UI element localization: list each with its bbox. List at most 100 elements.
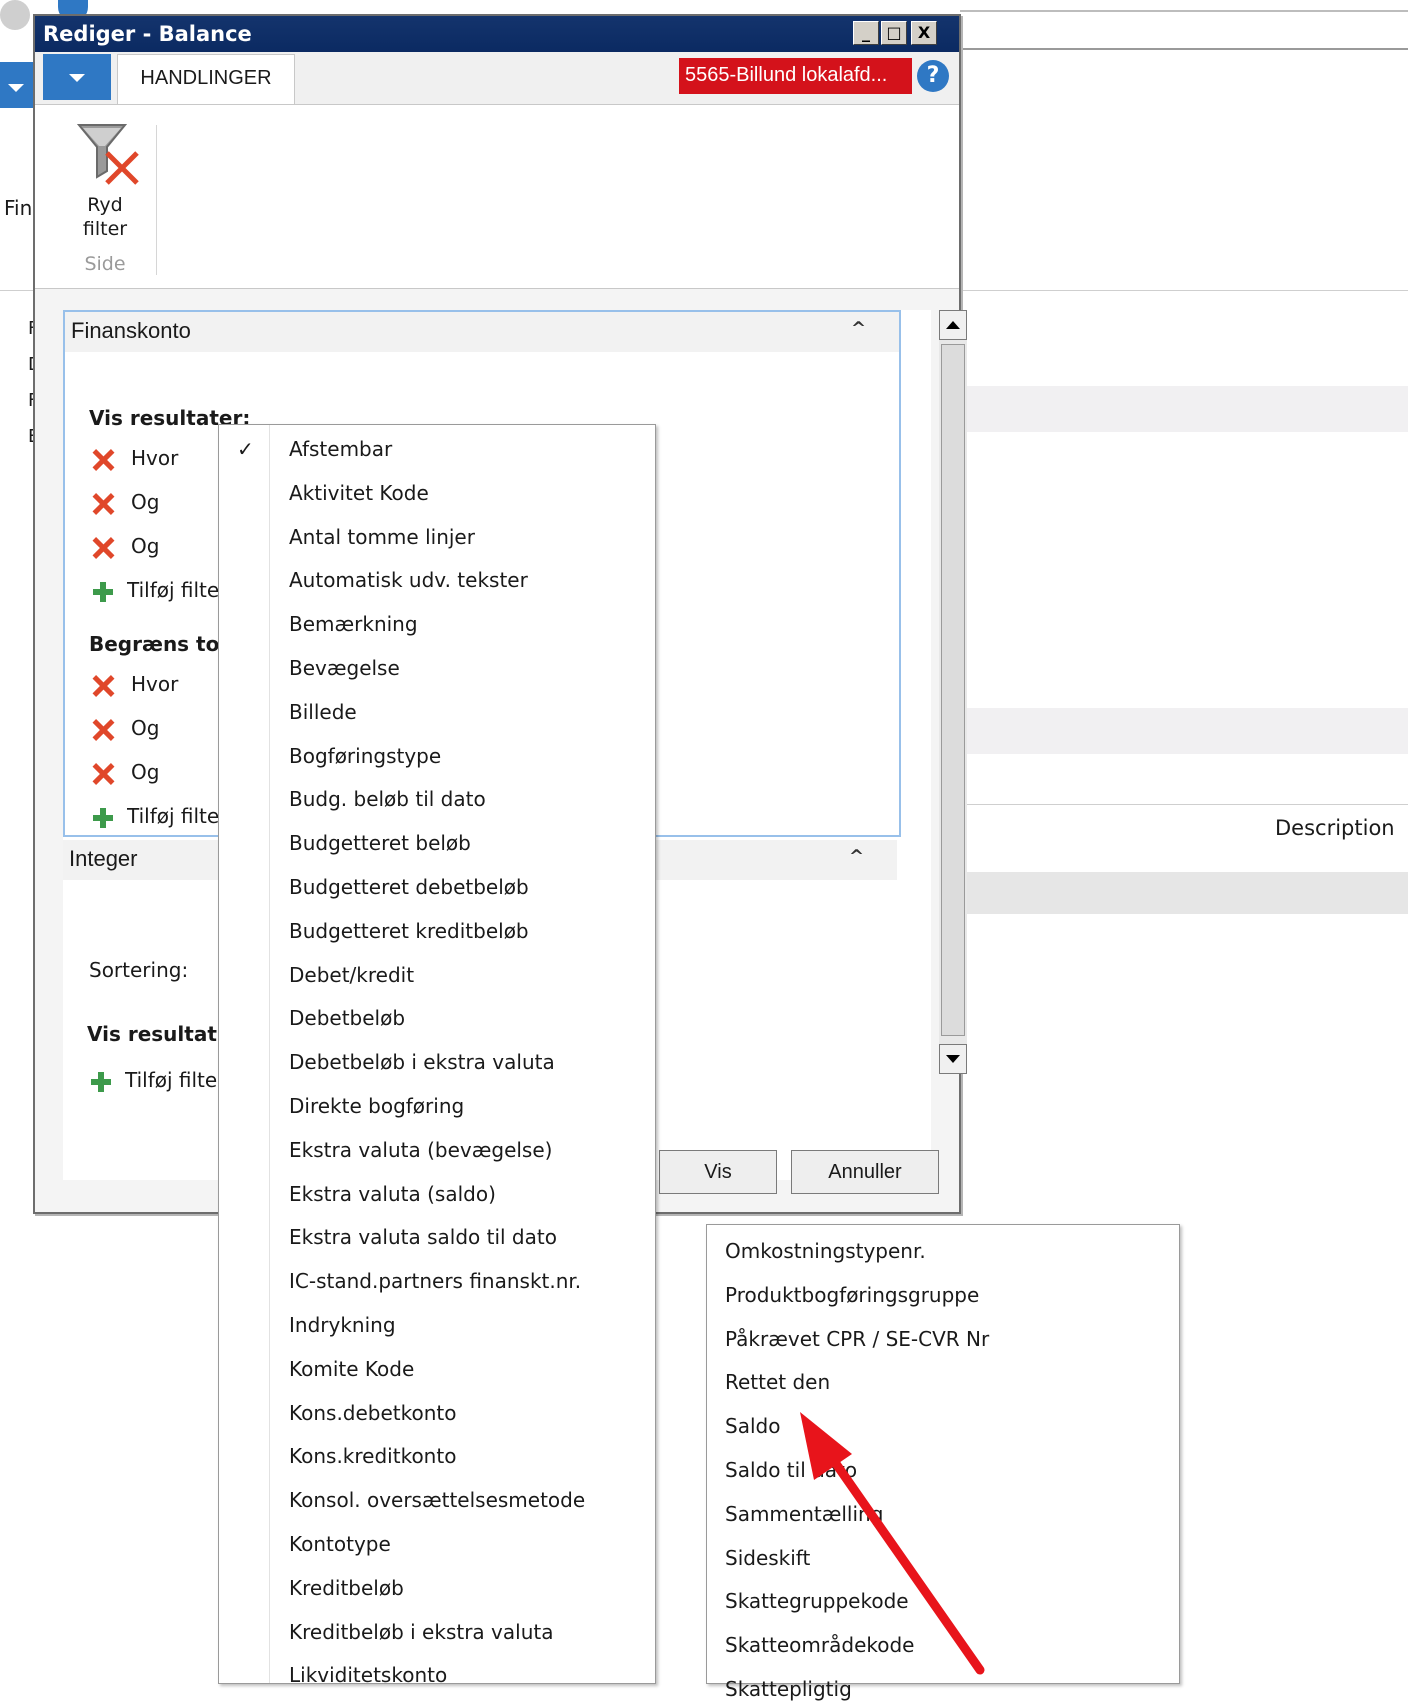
bg-row-band (955, 872, 1408, 914)
field-dropdown-list-2[interactable]: Omkostningstypenr. Produktbogføringsgrupp… (706, 1224, 1180, 1701)
chevron-down-icon (69, 74, 85, 82)
bg-row-band (955, 386, 1408, 432)
filter-row-label: Hvor (131, 672, 179, 696)
clear-filter-button[interactable]: Ryd filter (65, 119, 145, 269)
menu-item[interactable]: Afstembar (289, 437, 392, 461)
menu-item[interactable]: Bevægelse (289, 656, 400, 680)
add-filter-icon[interactable] (93, 808, 113, 828)
menu-item[interactable]: Komite Kode (289, 1357, 414, 1381)
menu-item[interactable]: Budg. beløb til dato (289, 787, 486, 811)
menu-item[interactable]: IC-stand.partners finanskt.nr. (289, 1269, 581, 1293)
menu-item[interactable]: Kons.kreditkonto (289, 1444, 456, 1468)
collapse-icon[interactable]: ^ (851, 318, 866, 339)
ribbon-body: Ryd filter Side (35, 105, 959, 289)
menu-item[interactable]: Billede (289, 700, 357, 724)
menu-item[interactable]: Debetbeløb (289, 1006, 405, 1030)
close-button[interactable]: X (911, 21, 937, 45)
field-dropdown-list[interactable]: ✓ Afstembar Aktivitet Kode Antal tomme lin… (218, 424, 656, 1687)
column-header-description[interactable]: Description (1275, 816, 1395, 840)
remove-filter-icon[interactable] (91, 536, 115, 560)
menu-item[interactable]: Sideskift (725, 1546, 810, 1570)
menu-item[interactable]: Omkostningstypenr. (725, 1239, 926, 1263)
clear-filter-label-line2: filter (82, 218, 128, 240)
menu-item[interactable]: Skattegruppekode (725, 1589, 909, 1613)
sortering-label: Sortering: (89, 958, 189, 982)
annuller-button[interactable]: Annuller (791, 1150, 939, 1194)
menu-item[interactable]: Påkrævet CPR / SE-CVR Nr (725, 1327, 989, 1351)
menu-item[interactable]: Kreditbeløb i ekstra valuta (289, 1620, 553, 1644)
maximize-button[interactable]: □ (881, 21, 907, 45)
remove-filter-icon[interactable] (91, 762, 115, 786)
add-filter-icon[interactable] (93, 582, 113, 602)
clear-filter-icon (76, 124, 139, 185)
menu-item[interactable]: Rettet den (725, 1370, 830, 1394)
menu-item[interactable]: Budgetteret beløb (289, 831, 471, 855)
ribbon-tabs: HANDLINGER 5565-Billund lokalafd... ? (35, 52, 959, 105)
scrollbar-thumb[interactable] (941, 344, 965, 1036)
dialog-title: Rediger - Balance (43, 22, 252, 46)
menu-item[interactable]: Bogføringstype (289, 744, 441, 768)
finanskonto-title: Finanskonto (71, 318, 191, 343)
menu-item[interactable]: Likviditetskonto (289, 1663, 447, 1687)
back-button-icon[interactable] (0, 0, 30, 30)
integer-vis-resultater-label: Vis resultat (87, 1022, 217, 1046)
menu-item[interactable]: Sammentælling (725, 1502, 883, 1526)
filter-row-label: Og (131, 716, 160, 740)
remove-filter-icon[interactable] (91, 492, 115, 516)
remove-filter-icon[interactable] (91, 674, 115, 698)
menu-item[interactable]: Konsol. oversættelsesmetode (289, 1488, 585, 1512)
company-badge: 5565-Billund lokalafd... (679, 58, 912, 94)
minimize-button[interactable]: _ (853, 21, 879, 45)
menu-item[interactable]: Antal tomme linjer (289, 525, 475, 549)
remove-filter-icon[interactable] (91, 448, 115, 472)
menu-item[interactable]: Skatteområdekode (725, 1633, 914, 1657)
filter-row-label: Og (131, 490, 160, 514)
menu-item[interactable]: Aktivitet Kode (289, 481, 429, 505)
arrow-down-icon (946, 1055, 960, 1063)
menu-item[interactable]: Ekstra valuta (saldo) (289, 1182, 496, 1206)
add-filter-link[interactable]: Tilføj filter (127, 578, 221, 602)
filter-row-label: Hvor (131, 446, 179, 470)
tab-handlinger[interactable]: HANDLINGER (117, 54, 295, 104)
ribbon-menu-button[interactable] (43, 54, 111, 100)
menu-item[interactable]: Debetbeløb i ekstra valuta (289, 1050, 555, 1074)
vis-button[interactable]: Vis (659, 1150, 777, 1194)
menu-item[interactable]: Saldo (725, 1414, 780, 1438)
menu-item[interactable]: Kreditbeløb (289, 1576, 404, 1600)
finanskonto-header[interactable]: Finanskonto ^ (65, 312, 899, 352)
menu-item[interactable]: Indrykning (289, 1313, 396, 1337)
menu-item[interactable]: Kontotype (289, 1532, 391, 1556)
menu-item[interactable]: Ekstra valuta saldo til dato (289, 1225, 557, 1249)
help-icon[interactable]: ? (917, 60, 949, 92)
bg-divider (960, 48, 1408, 50)
menu-item[interactable]: Produktbogføringsgruppe (725, 1283, 979, 1307)
collapse-icon[interactable]: ^ (849, 846, 864, 867)
menu-item[interactable]: Debet/kredit (289, 963, 414, 987)
clear-filter-label: Ryd filter (65, 193, 145, 241)
add-filter-link[interactable]: Tilføj filter (125, 1068, 219, 1092)
menu-item[interactable]: Direkte bogføring (289, 1094, 464, 1118)
begraens-label: Begræns to (89, 632, 220, 656)
menu-item[interactable]: Budgetteret debetbeløb (289, 875, 529, 899)
add-filter-link[interactable]: Tilføj filter (127, 804, 221, 828)
bg-row-band (955, 708, 1408, 754)
menu-item[interactable]: Budgetteret kreditbeløb (289, 919, 529, 943)
menu-item[interactable]: Ekstra valuta (bevægelse) (289, 1138, 552, 1162)
vertical-scrollbar[interactable] (939, 310, 967, 1074)
scroll-down-button[interactable] (939, 1044, 967, 1074)
bg-divider (955, 804, 1408, 805)
clear-filter-label-line1: Ryd (87, 194, 123, 216)
remove-filter-icon[interactable] (91, 718, 115, 742)
ribbon-group-label: Side (84, 253, 126, 275)
bg-divider (960, 10, 1408, 12)
menu-item[interactable]: Skattepligtig (725, 1677, 852, 1701)
menu-item[interactable]: Automatisk udv. tekster (289, 568, 528, 592)
scroll-up-button[interactable] (939, 310, 967, 340)
menu-item[interactable]: Bemærkning (289, 612, 418, 636)
menu-item[interactable]: Saldo til dato (725, 1458, 857, 1482)
add-filter-icon[interactable] (91, 1072, 111, 1092)
filter-row-label: Og (131, 534, 160, 558)
bg-app-menu-button[interactable] (0, 62, 34, 108)
checkmark-icon: ✓ (237, 437, 254, 461)
menu-item[interactable]: Kons.debetkonto (289, 1401, 457, 1425)
